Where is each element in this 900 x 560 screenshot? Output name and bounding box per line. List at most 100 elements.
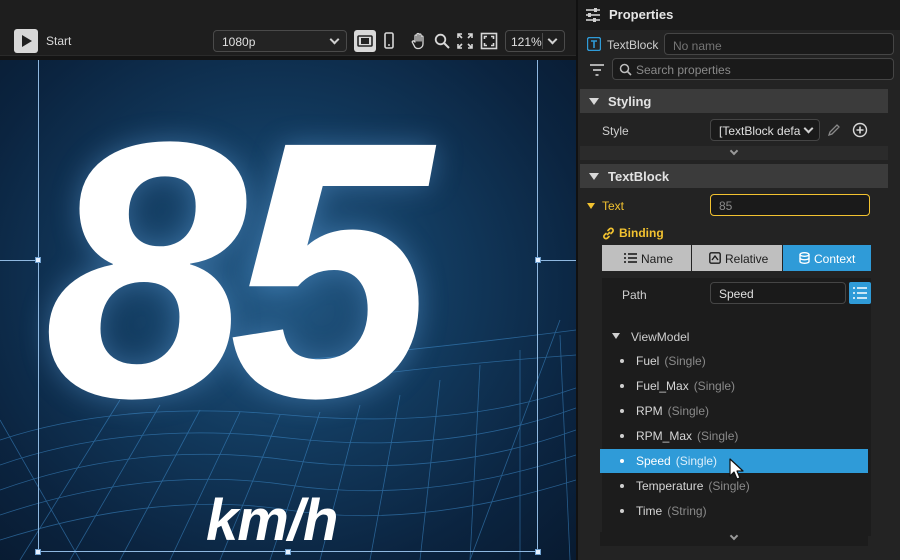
portrait-icon bbox=[384, 32, 394, 49]
style-label: Style bbox=[602, 124, 629, 138]
link-icon bbox=[603, 227, 614, 240]
start-label: Start bbox=[46, 34, 72, 48]
element-name-input[interactable] bbox=[664, 33, 894, 55]
caret-down-icon bbox=[589, 98, 599, 105]
design-canvas[interactable]: 85 km/h bbox=[0, 60, 576, 560]
binding-mode-name[interactable]: Name bbox=[602, 245, 691, 271]
properties-header: Properties bbox=[578, 0, 900, 30]
textblock-section-header[interactable]: TextBlock bbox=[580, 164, 888, 188]
fill-view-button[interactable] bbox=[478, 30, 500, 52]
bullet bbox=[620, 359, 624, 363]
chevron-down-icon bbox=[729, 531, 739, 541]
search-icon bbox=[619, 63, 632, 76]
add-circle-icon[interactable] bbox=[852, 122, 868, 138]
speed-value-textblock[interactable]: 85 bbox=[44, 88, 564, 453]
binding-mode-relative[interactable]: Relative bbox=[692, 245, 782, 271]
path-label: Path bbox=[622, 288, 647, 302]
bullet bbox=[620, 434, 624, 438]
fit-view-button[interactable] bbox=[454, 30, 476, 52]
database-icon bbox=[799, 252, 810, 264]
chevron-down-icon bbox=[547, 34, 558, 45]
resize-handle-bottom-right[interactable] bbox=[535, 549, 541, 555]
binding-mode-context-label: Context bbox=[814, 252, 856, 266]
selection-guide-left bbox=[0, 260, 38, 261]
text-property-value: 85 bbox=[719, 199, 733, 213]
search-placeholder: Search properties bbox=[636, 63, 731, 77]
tree-expand-bar[interactable] bbox=[600, 531, 868, 546]
text-property-label: Text bbox=[602, 199, 625, 213]
tree-item-name: Time bbox=[636, 504, 663, 518]
bullet bbox=[620, 409, 624, 413]
tree-item-name: Temperature bbox=[636, 479, 704, 493]
bullet bbox=[620, 384, 624, 388]
binding-mode-name-label: Name bbox=[641, 252, 674, 266]
list-icon bbox=[853, 287, 867, 299]
bullet bbox=[620, 509, 624, 513]
tree-item-rpm-max[interactable]: RPM_Max (Single) bbox=[600, 424, 868, 448]
tree-item-name: RPM bbox=[636, 404, 663, 418]
tree-item-fuel-max[interactable]: Fuel_Max (Single) bbox=[600, 374, 868, 398]
mouse-cursor-icon bbox=[729, 458, 744, 480]
resize-handle-bottom-left[interactable] bbox=[35, 549, 41, 555]
zoom-tool-button[interactable] bbox=[431, 30, 453, 52]
magnifier-icon bbox=[434, 33, 450, 49]
tree-item-type: (Single) bbox=[667, 404, 710, 418]
search-properties-field[interactable]: Search properties bbox=[612, 58, 894, 80]
bullet bbox=[620, 459, 624, 463]
portrait-view-button[interactable] bbox=[378, 30, 400, 52]
resolution-value: 1080p bbox=[222, 35, 256, 49]
landscape-view-button[interactable] bbox=[354, 30, 376, 52]
caret-down-icon[interactable] bbox=[612, 333, 620, 339]
path-input[interactable]: Speed bbox=[710, 282, 846, 304]
path-picker-button[interactable] bbox=[849, 282, 871, 304]
tree-item-fuel[interactable]: Fuel (Single) bbox=[600, 349, 868, 373]
list-icon bbox=[624, 253, 637, 263]
textblock-type-icon bbox=[587, 37, 601, 51]
relative-source-icon bbox=[709, 252, 721, 264]
zoom-value: 121% bbox=[511, 35, 542, 49]
chevron-down-icon bbox=[803, 123, 814, 134]
styling-expand-bar[interactable] bbox=[580, 146, 888, 160]
viewport-toolbar: Start 1080p 121% bbox=[0, 0, 576, 56]
styling-header-label: Styling bbox=[608, 94, 652, 109]
style-select-value: [TextBlock defa bbox=[719, 124, 801, 138]
viewport: Start 1080p 121% 85 km/h bbox=[0, 0, 576, 560]
speed-unit-label[interactable]: km/h bbox=[206, 492, 338, 550]
landscape-icon bbox=[357, 35, 373, 47]
tree-item-rpm[interactable]: RPM (Single) bbox=[600, 399, 868, 423]
tree-root-label: ViewModel bbox=[631, 330, 690, 344]
resize-handle-left[interactable] bbox=[35, 257, 41, 263]
pan-tool-button[interactable] bbox=[408, 30, 430, 52]
pencil-icon[interactable] bbox=[827, 123, 841, 137]
zoom-divider bbox=[542, 33, 543, 49]
chevron-down-icon bbox=[729, 146, 739, 156]
tree-item-name: Speed bbox=[636, 454, 671, 468]
frame-icon bbox=[480, 32, 498, 50]
play-button[interactable] bbox=[14, 29, 38, 53]
hand-icon bbox=[411, 32, 424, 50]
path-value: Speed bbox=[719, 287, 754, 301]
chevron-down-icon bbox=[329, 34, 340, 45]
zoom-select[interactable]: 121% bbox=[505, 30, 565, 52]
caret-down-icon bbox=[589, 173, 599, 180]
filter-icon[interactable] bbox=[589, 63, 605, 77]
styling-section-header[interactable]: Styling bbox=[580, 89, 888, 113]
binding-mode-relative-label: Relative bbox=[725, 252, 769, 266]
resolution-select[interactable]: 1080p bbox=[213, 30, 347, 52]
tree-item-name: Fuel_Max bbox=[636, 379, 689, 393]
tree-item-type: (Single) bbox=[675, 454, 718, 468]
binding-label: Binding bbox=[619, 226, 664, 240]
binding-mode-context[interactable]: Context bbox=[783, 245, 871, 271]
tree-item-name: Fuel bbox=[636, 354, 660, 368]
text-property-input[interactable]: 85 bbox=[710, 194, 870, 216]
textblock-header-label: TextBlock bbox=[608, 169, 670, 184]
style-select[interactable]: [TextBlock defa bbox=[710, 119, 820, 141]
tree-item-type: (Single) bbox=[664, 354, 706, 368]
caret-down-icon[interactable] bbox=[587, 203, 595, 209]
expand-icon bbox=[457, 33, 473, 49]
element-type-label: TextBlock bbox=[607, 38, 659, 52]
tree-item-type: (Single) bbox=[693, 379, 736, 393]
sliders-icon bbox=[586, 8, 600, 22]
tree-item-time[interactable]: Time (String) bbox=[600, 499, 868, 523]
tree-item-name: RPM_Max bbox=[636, 429, 693, 443]
